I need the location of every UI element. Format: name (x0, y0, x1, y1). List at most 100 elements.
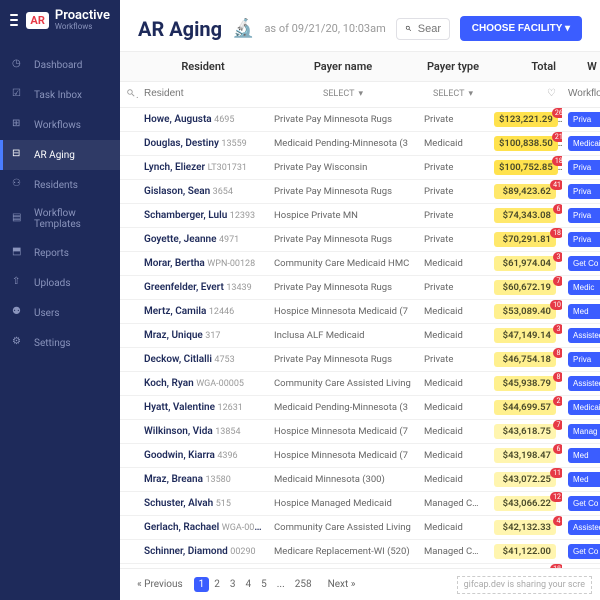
pager-page[interactable]: 2 (209, 577, 225, 592)
workflow-button[interactable]: Priva (568, 160, 600, 175)
workflow-button[interactable]: Medic (568, 280, 600, 295)
pager-page[interactable]: 4 (241, 577, 257, 592)
payertype-cell: Medicaid (418, 254, 488, 273)
pager-page[interactable]: ... (272, 577, 290, 592)
pager-next[interactable]: Next » (323, 577, 361, 592)
filter-workflow-input[interactable] (568, 88, 600, 99)
pager-page[interactable]: 3 (225, 577, 241, 592)
filter-payer-select[interactable]: SELECT ▾ (274, 89, 412, 99)
col-total[interactable]: Total (488, 52, 562, 81)
choose-facility-button[interactable]: CHOOSE FACILITY ▾ (460, 16, 582, 41)
total-cell: $60,672.197 (488, 276, 562, 299)
workflow-button[interactable]: Medicaid (568, 400, 600, 415)
table-row[interactable]: Schamberger, Lulu 12393Hospice Private M… (120, 204, 600, 228)
table-row[interactable]: Mraz, Unique 317Inclusa ALF MedicaidMedi… (120, 324, 600, 348)
sidebar-item-workflows[interactable]: ⊞Workflows (0, 110, 120, 140)
col-workflow[interactable]: W (562, 52, 600, 81)
sidebar-item-task-inbox[interactable]: ☑Task Inbox (0, 80, 120, 110)
table-row[interactable]: Morar, Bertha WPN-00128Community Care Me… (120, 252, 600, 276)
total-cell: $46,754.188 (488, 348, 562, 371)
logo: AR Proactive Workflows (26, 9, 110, 31)
sidebar-item-residents[interactable]: ⚇Residents (0, 170, 120, 200)
table-row[interactable]: Greenfelder, Evert 13439Private Pay Minn… (120, 276, 600, 300)
page-title: AR Aging (138, 17, 222, 41)
table-row[interactable]: Goyette, Jeanne 4971Private Pay Minnesot… (120, 228, 600, 252)
menu-icon[interactable] (10, 14, 18, 26)
payer-cell: Hospice Managed Medicaid (268, 494, 418, 513)
sidebar-item-ar-aging[interactable]: ⊟AR Aging (0, 140, 120, 170)
filter-payertype-select[interactable]: SELECT ▾ (424, 89, 482, 99)
total-cell: $100,752.8518 (488, 156, 562, 179)
col-payer-type[interactable]: Payer type (418, 52, 488, 81)
workflow-button[interactable]: Med (568, 448, 600, 463)
nav-icon: ⚙ (12, 336, 26, 350)
payer-cell: Private Pay Minnesota Rugs (268, 278, 418, 297)
workflow-button[interactable]: Priva (568, 184, 600, 199)
workflow-button[interactable]: Assisted Livi (568, 520, 600, 535)
workflow-button[interactable]: Med (568, 304, 600, 319)
search-input[interactable] (418, 23, 441, 35)
sidebar-item-workflow-templates[interactable]: ▤Workflow Templates (0, 200, 120, 238)
table-row[interactable]: Gerlach, Rachael WGA-00007Community Care… (120, 516, 600, 540)
pager-page[interactable]: 258 (290, 577, 317, 592)
payertype-cell: Medicaid (418, 326, 488, 345)
workflow-cell: Med (562, 468, 600, 491)
table-row[interactable]: Mraz, Breana 13580Medicaid Minnesota (30… (120, 468, 600, 492)
table-row[interactable]: Wilkinson, Vida 13854Hospice Minnesota M… (120, 420, 600, 444)
sidebar-item-dashboard[interactable]: ◷Dashboard (0, 50, 120, 80)
col-payer[interactable]: Payer name (268, 52, 418, 81)
payer-cell: Private Pay Minnesota Rugs (268, 350, 418, 369)
resident-cell: Howe, Augusta 4695 (138, 110, 268, 129)
pager-page[interactable]: 5 (256, 577, 272, 592)
filter-total[interactable]: ♡ (488, 82, 562, 107)
table-row[interactable]: Lynch, Eliezer LT301731Private Pay Wisco… (120, 156, 600, 180)
nav-icon: ◷ (12, 58, 26, 72)
workflow-button[interactable]: Priva (568, 208, 600, 223)
table-row[interactable]: Mertz, Camila 12446Hospice Minnesota Med… (120, 300, 600, 324)
table-row[interactable]: Deckow, Citlalli 4753Private Pay Minneso… (120, 348, 600, 372)
col-resident[interactable]: Resident (138, 52, 268, 81)
workflow-button[interactable]: Get Co (568, 496, 600, 511)
workflow-button[interactable]: Priva (568, 232, 600, 247)
sidebar-item-reports[interactable]: ⬒Reports (0, 238, 120, 268)
workflow-cell: Get Co (562, 252, 600, 275)
workflow-cell: Priva (562, 180, 600, 203)
table-row[interactable]: Howe, Augusta 4695Private Pay Minnesota … (120, 108, 600, 132)
workflow-button[interactable]: Assisted Livi (568, 328, 600, 343)
table-row[interactable]: Hyatt, Valentine 12631Medicaid Pending-M… (120, 396, 600, 420)
table-row[interactable]: Douglas, Destiny 13559Medicaid Pending-M… (120, 132, 600, 156)
payer-cell: Private Pay Minnesota Rugs (268, 110, 418, 129)
table-row[interactable]: Gislason, Sean 3654Private Pay Minnesota… (120, 180, 600, 204)
sidebar-item-settings[interactable]: ⚙Settings (0, 328, 120, 358)
pager-prev[interactable]: « Previous (132, 577, 188, 592)
workflow-cell: Medicaid (562, 396, 600, 419)
logo-subtext: Workflows (55, 22, 110, 31)
payertype-cell: Private (418, 158, 488, 177)
filter-resident-input[interactable] (144, 88, 262, 99)
payer-cell: Hospice Minnesota Medicaid (7 (268, 446, 418, 465)
workflow-button[interactable]: Priva (568, 352, 600, 367)
resident-cell: Hyatt, Valentine 12631 (138, 398, 268, 417)
workflow-cell: Priva (562, 228, 600, 251)
workflow-button[interactable]: Medicaid (568, 136, 600, 151)
workflow-button[interactable]: Manag (568, 424, 600, 439)
workflow-button[interactable]: Priva (568, 112, 600, 127)
table-row[interactable]: Schinner, Diamond 00290Medicare Replacem… (120, 540, 600, 564)
sidebar-item-uploads[interactable]: ⇧Uploads (0, 268, 120, 298)
workflow-button[interactable]: Get Co (568, 544, 600, 559)
total-cell: $123,221.2926 (488, 108, 562, 131)
resident-cell: Wilkinson, Vida 13854 (138, 422, 268, 441)
resident-cell: Koch, Ryan WGA-00005 (138, 374, 268, 393)
workflow-button[interactable]: Assisted Livi (568, 376, 600, 391)
workflow-cell: Med (562, 444, 600, 467)
table-row[interactable]: Koch, Ryan WGA-00005Community Care Assis… (120, 372, 600, 396)
table-row[interactable]: Goodwin, Kiarra 4396Hospice Minnesota Me… (120, 444, 600, 468)
total-cell: $74,343.086 (488, 204, 562, 227)
workflow-button[interactable]: Get Co (568, 256, 600, 271)
sidebar-item-users[interactable]: ⚉Users (0, 298, 120, 328)
search-box[interactable] (396, 18, 450, 40)
table-row[interactable]: Schuster, Alvah 515Hospice Managed Medic… (120, 492, 600, 516)
total-cell: $47,149.143 (488, 324, 562, 347)
workflow-button[interactable]: Med (568, 472, 600, 487)
pager-page[interactable]: 1 (194, 577, 210, 592)
